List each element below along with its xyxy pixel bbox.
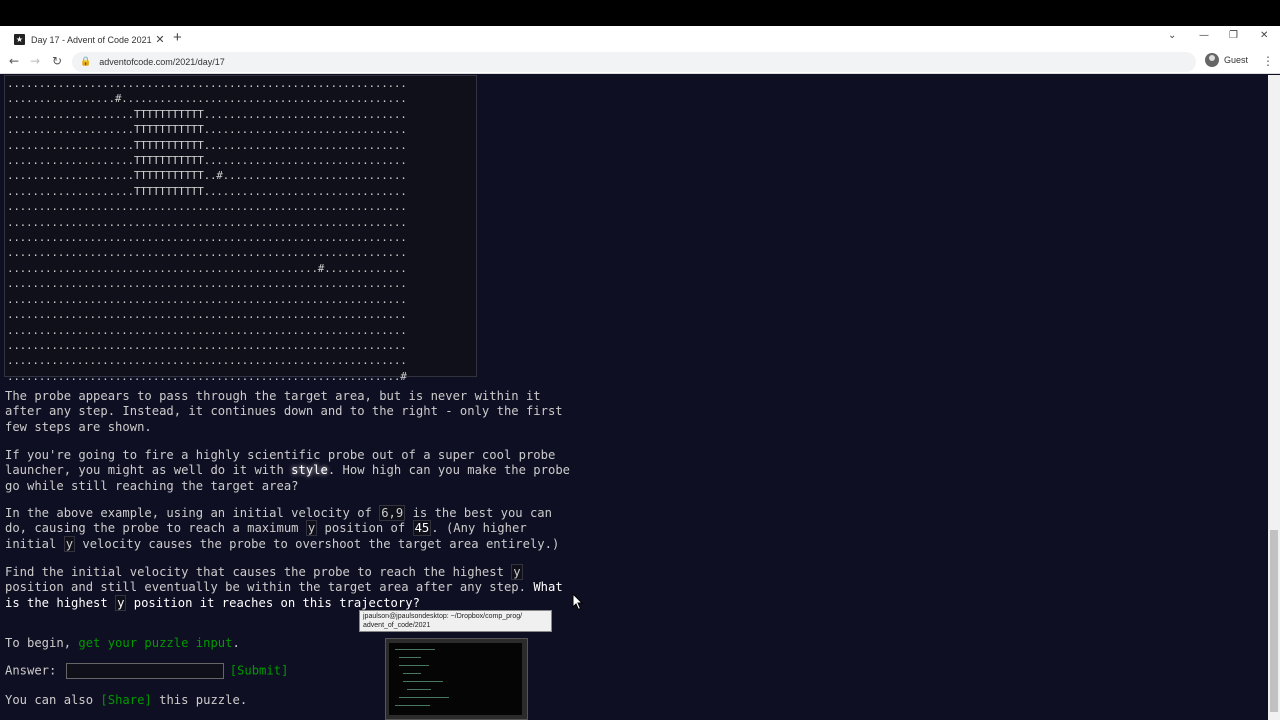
trajectory-diagram: ........................................…: [4, 75, 477, 383]
velocity-code: 6,9: [379, 505, 406, 521]
browser-tab[interactable]: ★ Day 17 - Advent of Code 2021 ✕: [8, 29, 166, 50]
y-code-2: y: [63, 535, 76, 552]
forward-arrow-icon[interactable]: →: [30, 54, 40, 68]
mouse-cursor-icon: [572, 593, 584, 611]
guest-avatar-icon: [1205, 53, 1219, 67]
diagram-text: ........................................…: [7, 77, 407, 383]
puzzle-input-link[interactable]: get your puzzle input: [78, 636, 232, 650]
puzzle-page: ........................................…: [0, 75, 1268, 720]
para4-text-1: Find the initial velocity that causes th…: [5, 565, 512, 579]
max-y-code: 45: [412, 520, 432, 537]
restore-icon[interactable]: ❐: [1229, 30, 1238, 41]
profile-button[interactable]: Guest: [1205, 53, 1248, 67]
begin-suffix: .: [232, 636, 240, 650]
answer-input[interactable]: [65, 663, 224, 679]
terminal-preview: [389, 643, 522, 715]
minimize-icon[interactable]: —: [1199, 30, 1209, 41]
preview-line: [399, 665, 429, 666]
preview-line: [395, 705, 430, 706]
new-tab-button[interactable]: +: [173, 30, 182, 46]
submit-button[interactable]: [Submit]: [230, 664, 289, 678]
preview-line: [403, 681, 443, 682]
preview-line: [395, 649, 435, 650]
lock-icon: 🔒: [80, 57, 92, 67]
browser-menu-icon[interactable]: ⋮: [1262, 54, 1274, 68]
tab-search-icon[interactable]: ⌄: [1168, 30, 1176, 41]
window-close-icon[interactable]: ✕: [1260, 30, 1268, 41]
tab-strip: ★ Day 17 - Advent of Code 2021 ✕ + ⌄ — ❐…: [0, 26, 1280, 50]
navigation-bar: ← → ↻ 🔒 adventofcode.com/2021/day/17 Gue…: [0, 50, 1280, 74]
profile-label: Guest: [1224, 55, 1249, 65]
window-title-bar: [0, 0, 1280, 26]
para3-text-1: In the above example, using an initial v…: [5, 506, 380, 520]
para3-text-5: velocity causes the probe to overshoot t…: [75, 536, 560, 551]
y-code: y: [305, 520, 318, 537]
terminal-preview-thumbnail[interactable]: [385, 638, 528, 720]
answer-label: Answer:: [5, 663, 64, 678]
para4-text-2: position and still eventually be within …: [5, 580, 534, 595]
scrollbar-thumb[interactable]: [1270, 530, 1278, 712]
address-bar[interactable]: 🔒 adventofcode.com/2021/day/17: [72, 52, 1196, 72]
preview-line: [399, 697, 449, 698]
page-scrollbar[interactable]: [1268, 75, 1280, 720]
preview-line: [403, 673, 421, 674]
back-arrow-icon[interactable]: ←: [9, 54, 19, 68]
share-prefix: You can also: [5, 693, 101, 707]
window-tooltip: jpaulson@jpaulsondesktop: ~/Dropbox/comp…: [359, 610, 552, 632]
reload-icon[interactable]: ↻: [52, 54, 62, 68]
tooltip-line-2: advent_of_code/2021: [363, 622, 431, 629]
y-code-3: y: [511, 564, 523, 580]
share-link[interactable]: [Share]: [100, 693, 151, 707]
para3-text-3: position of: [317, 521, 413, 536]
tab-close-icon[interactable]: ✕: [154, 33, 166, 46]
question-text-2: position it reaches on this trajectory?: [126, 595, 420, 610]
url-text: adventofcode.com/2021/day/17: [99, 57, 225, 67]
share-suffix: this puzzle.: [151, 693, 248, 707]
paragraph-question: Find the initial velocity that causes th…: [5, 564, 575, 611]
tab-title: Day 17 - Advent of Code 2021: [31, 34, 152, 45]
aoc-favicon-icon: ★: [14, 34, 25, 45]
paragraph-style: If you're going to fire a highly scienti…: [5, 448, 575, 494]
y-code-4: y: [115, 594, 127, 611]
paragraph-probe-pass: The probe appears to pass through the ta…: [5, 389, 563, 434]
tooltip-line-1: jpaulson@jpaulsondesktop: ~/Dropbox/comp…: [363, 613, 523, 620]
paragraph-example: In the above example, using an initial v…: [5, 505, 575, 552]
preview-line: [399, 657, 421, 658]
style-emphasis: style: [291, 463, 328, 478]
preview-line: [407, 689, 431, 690]
begin-prefix: To begin,: [5, 636, 79, 650]
